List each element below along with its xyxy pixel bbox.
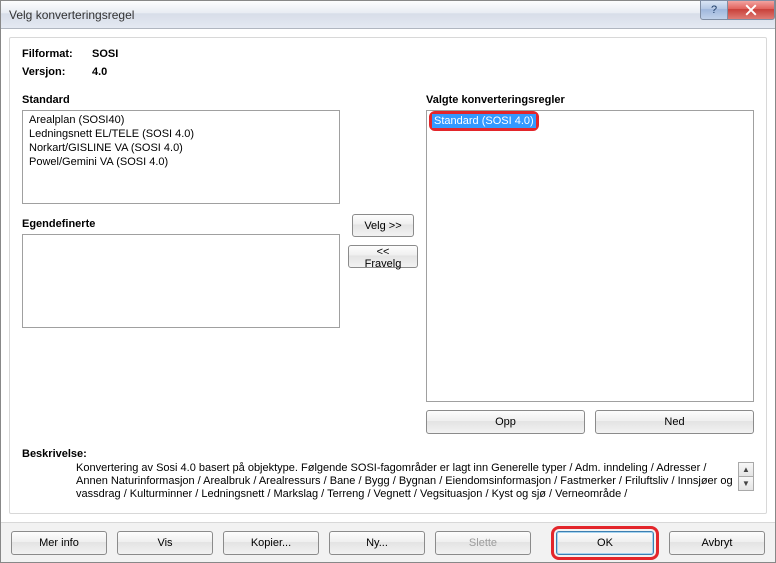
list-item[interactable]: Ledningsnett EL/TELE (SOSI 4.0) [27, 127, 335, 141]
dialog-window: Velg konverteringsregel ? Filformat: SOS… [0, 0, 776, 563]
main-group: Filformat: SOSI Versjon: 4.0 Standard Ar… [9, 37, 767, 514]
close-icon [745, 4, 757, 16]
list-item[interactable]: Standard (SOSI 4.0) [432, 114, 536, 128]
down-button[interactable]: Ned [595, 410, 754, 434]
new-button[interactable]: Ny... [329, 531, 425, 555]
description-label: Beskrivelse: [22, 448, 87, 460]
copy-button[interactable]: Kopier... [223, 531, 319, 555]
version-label: Versjon: [22, 66, 92, 78]
selected-rules-listbox[interactable]: Standard (SOSI 4.0) [426, 110, 754, 402]
left-column: Standard Arealplan (SOSI40) Ledningsnett… [22, 94, 340, 434]
scroll-up-button[interactable]: ▲ [738, 462, 754, 477]
window-controls: ? [701, 0, 775, 20]
up-button[interactable]: Opp [426, 410, 585, 434]
format-value: SOSI [92, 48, 118, 60]
list-item[interactable]: Powel/Gemini VA (SOSI 4.0) [27, 155, 335, 169]
description-section: Beskrivelse: Konvertering av Sosi 4.0 ba… [22, 448, 754, 501]
meta-version-row: Versjon: 4.0 [22, 66, 754, 78]
select-button[interactable]: Velg >> [352, 214, 414, 237]
format-label: Filformat: [22, 48, 92, 60]
ok-button[interactable]: OK [556, 531, 654, 555]
delete-button: Slette [435, 531, 531, 555]
dialog-content: Filformat: SOSI Versjon: 4.0 Standard Ar… [1, 29, 775, 522]
chevron-down-icon: ▼ [742, 477, 750, 490]
description-scroll: ▲ ▼ [738, 462, 754, 490]
list-item[interactable]: Arealplan (SOSI40) [27, 113, 335, 127]
scroll-down-button[interactable]: ▼ [738, 476, 754, 491]
show-button[interactable]: Vis [117, 531, 213, 555]
middle-column: Velg >> << Fravelg [348, 94, 418, 434]
cancel-button[interactable]: Avbryt [669, 531, 765, 555]
list-item[interactable]: Norkart/GISLINE VA (SOSI 4.0) [27, 141, 335, 155]
highlight-marker: Standard (SOSI 4.0) [429, 111, 539, 131]
user-defined-label: Egendefinerte [22, 218, 340, 230]
up-down-row: Opp Ned [426, 410, 754, 434]
bottom-button-bar: Mer info Vis Kopier... Ny... Slette OK A… [1, 522, 775, 562]
meta-format-row: Filformat: SOSI [22, 48, 754, 60]
help-icon: ? [711, 4, 717, 16]
help-button[interactable]: ? [700, 0, 728, 20]
user-defined-listbox[interactable] [22, 234, 340, 328]
chevron-up-icon: ▲ [742, 463, 750, 476]
deselect-button[interactable]: << Fravelg [348, 245, 418, 268]
selected-rules-label: Valgte konverteringsregler [426, 94, 754, 106]
right-column: Valgte konverteringsregler Standard (SOS… [426, 94, 754, 434]
close-button[interactable] [727, 0, 775, 20]
description-text: Konvertering av Sosi 4.0 basert på objek… [76, 462, 733, 500]
version-value: 4.0 [92, 66, 107, 78]
highlight-marker: OK [551, 526, 659, 560]
more-info-button[interactable]: Mer info [11, 531, 107, 555]
titlebar: Velg konverteringsregel ? [1, 1, 775, 29]
standard-listbox[interactable]: Arealplan (SOSI40) Ledningsnett EL/TELE … [22, 110, 340, 204]
columns: Standard Arealplan (SOSI40) Ledningsnett… [22, 94, 754, 434]
description-body: Konvertering av Sosi 4.0 basert på objek… [76, 462, 754, 501]
standard-label: Standard [22, 94, 340, 106]
window-title: Velg konverteringsregel [9, 8, 134, 22]
